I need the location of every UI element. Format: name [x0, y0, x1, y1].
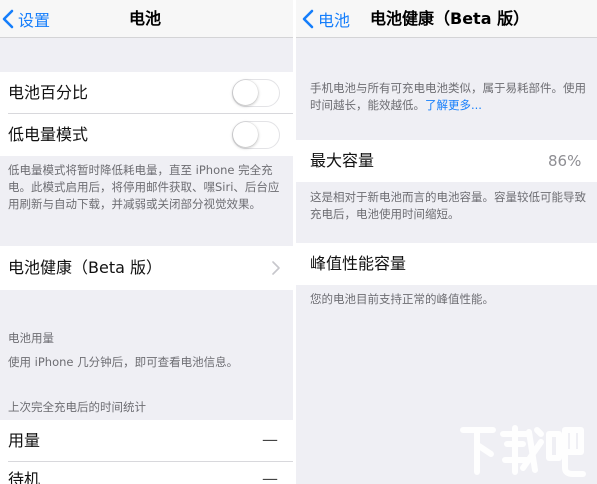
- back-button-label: 电池: [318, 11, 351, 30]
- peak-performance-label: 峰值性能容量: [310, 254, 407, 273]
- battery-usage-info: 使用 iPhone 几分钟后，即可查看电池信息。: [8, 355, 239, 369]
- low-power-mode-toggle[interactable]: [232, 121, 280, 149]
- back-button-battery[interactable]: 电池: [302, 0, 350, 38]
- peak-performance-row: 峰值性能容量: [296, 243, 597, 285]
- battery-usage-header: 电池用量: [8, 331, 54, 345]
- chevron-left-icon: [2, 9, 14, 29]
- usage-time-row: 用量 —: [0, 420, 293, 462]
- battery-health-label: 电池健康（Beta 版）: [8, 258, 162, 277]
- max-capacity-footnote: 这是相对于新电池而言的电池容量。容量较低可能导致充电后，电池使用时间缩短。: [310, 190, 586, 221]
- chevron-right-icon: [272, 261, 280, 275]
- navigation-bar: 电池 电池健康（Beta 版）: [296, 0, 597, 38]
- usage-time-label: 用量: [8, 431, 41, 450]
- battery-settings-screen: 设置 电池 电池百分比 低电量模式 低电量模式将暂时降低耗电量，直至 iPhon…: [0, 0, 293, 484]
- max-capacity-label: 最大容量: [310, 151, 375, 170]
- usage-time-value: —: [262, 430, 278, 449]
- battery-health-intro: 手机电池与所有可充电电池类似，属于易耗部件。使用时间越长，能效越低。了解更多..…: [310, 80, 590, 114]
- standby-time-label: 待机: [8, 470, 41, 484]
- low-power-mode-footnote: 低电量模式将暂时降低耗电量，直至 iPhone 完全充电。此模式启用后，将停用邮…: [8, 163, 280, 211]
- max-capacity-row: 最大容量 86%: [296, 140, 597, 182]
- standby-time-row: 待机 —: [0, 462, 293, 484]
- standby-time-value: —: [262, 469, 278, 484]
- chevron-left-icon: [302, 9, 314, 29]
- page-title: 电池: [129, 9, 162, 28]
- navigation-bar: 设置 电池: [0, 0, 293, 38]
- peak-performance-footnote: 您的电池目前支持正常的峰值性能。: [310, 292, 494, 306]
- low-power-mode-row: 低电量模式: [0, 114, 293, 156]
- battery-percentage-label: 电池百分比: [8, 83, 89, 102]
- max-capacity-value: 86%: [548, 152, 582, 170]
- back-button-label: 设置: [18, 11, 51, 30]
- toggle-knob: [233, 80, 258, 105]
- battery-percentage-toggle[interactable]: [232, 79, 280, 107]
- low-power-mode-label: 低电量模式: [8, 125, 89, 144]
- page-title: 电池健康（Beta 版）: [370, 9, 530, 28]
- watermark-logo: [460, 425, 586, 477]
- toggle-knob: [233, 122, 258, 147]
- stats-header: 上次完全充电后的时间统计: [8, 400, 146, 414]
- battery-percentage-row: 电池百分比: [0, 72, 293, 114]
- battery-health-screen: 电池 电池健康（Beta 版） 手机电池与所有可充电电池类似，属于易耗部件。使用…: [296, 0, 597, 484]
- battery-health-row[interactable]: 电池健康（Beta 版）: [0, 246, 293, 290]
- learn-more-link[interactable]: 了解更多...: [425, 98, 482, 112]
- back-button-settings[interactable]: 设置: [2, 0, 50, 38]
